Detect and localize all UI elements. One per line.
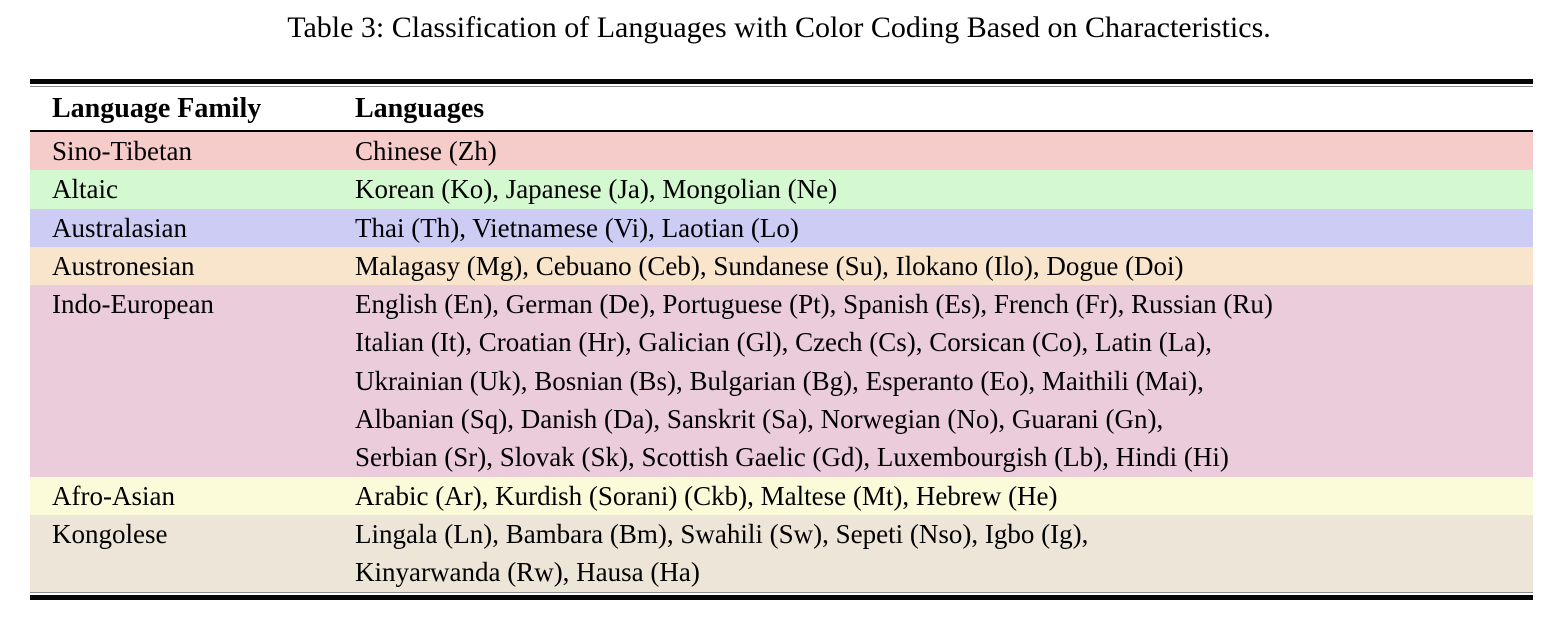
table-row: Sino-Tibetan Chinese (Zh) <box>30 132 1533 170</box>
language-family-cell: Afro-Asian <box>30 477 355 515</box>
languages-line: Kinyarwanda (Rw), Hausa (Ha) <box>355 553 1533 591</box>
languages-cell: Arabic (Ar), Kurdish (Sorani) (Ckb), Mal… <box>355 477 1533 515</box>
table-row: Afro-Asian Arabic (Ar), Kurdish (Sorani)… <box>30 477 1533 515</box>
table-row: Australasian Thai (Th), Vietnamese (Vi),… <box>30 209 1533 247</box>
table-row: Altaic Korean (Ko), Japanese (Ja), Mongo… <box>30 170 1533 208</box>
language-family-cell: Altaic <box>30 170 355 208</box>
language-family-cell: Kongolese <box>30 515 355 592</box>
header-language-family: Language Family <box>30 93 355 125</box>
language-family-cell: Indo-European <box>30 285 355 476</box>
table-row: Indo-European English (En), German (De),… <box>30 285 1533 476</box>
table-caption: Table 3: Classification of Languages wit… <box>0 8 1558 48</box>
table-row: Austronesian Malagasy (Mg), Cebuano (Ceb… <box>30 247 1533 285</box>
table-row: Kongolese Lingala (Ln), Bambara (Bm), Sw… <box>30 515 1533 592</box>
language-family-cell: Australasian <box>30 209 355 247</box>
language-classification-table: Language Family Languages Sino-Tibetan C… <box>30 79 1533 600</box>
languages-line: Korean (Ko), Japanese (Ja), Mongolian (N… <box>355 170 1533 208</box>
bottom-rule <box>30 592 1533 600</box>
bottom-rule-thick-line <box>30 595 1533 600</box>
languages-line: Lingala (Ln), Bambara (Bm), Swahili (Sw)… <box>355 515 1533 553</box>
languages-line: English (En), German (De), Portuguese (P… <box>355 285 1533 323</box>
languages-line: Albanian (Sq), Danish (Da), Sanskrit (Sa… <box>355 400 1533 438</box>
languages-line: Ukrainian (Uk), Bosnian (Bs), Bulgarian … <box>355 362 1533 400</box>
language-family-cell: Austronesian <box>30 247 355 285</box>
languages-cell: Thai (Th), Vietnamese (Vi), Laotian (Lo) <box>355 209 1533 247</box>
languages-line: Serbian (Sr), Slovak (Sk), Scottish Gael… <box>355 438 1533 476</box>
language-family-cell: Sino-Tibetan <box>30 132 355 170</box>
paper-page: Table 3: Classification of Languages wit… <box>0 0 1558 617</box>
languages-cell: Korean (Ko), Japanese (Ja), Mongolian (N… <box>355 170 1533 208</box>
header-languages: Languages <box>355 93 1533 125</box>
languages-cell: Malagasy (Mg), Cebuano (Ceb), Sundanese … <box>355 247 1533 285</box>
languages-line: Arabic (Ar), Kurdish (Sorani) (Ckb), Mal… <box>355 477 1533 515</box>
languages-cell: Chinese (Zh) <box>355 132 1533 170</box>
top-rule <box>30 79 1533 87</box>
table-body: Sino-Tibetan Chinese (Zh) Altaic Korean … <box>30 132 1533 592</box>
languages-line: Italian (It), Croatian (Hr), Galician (G… <box>355 323 1533 361</box>
languages-cell: Lingala (Ln), Bambara (Bm), Swahili (Sw)… <box>355 515 1533 592</box>
languages-cell: English (En), German (De), Portuguese (P… <box>355 285 1533 476</box>
languages-line: Thai (Th), Vietnamese (Vi), Laotian (Lo) <box>355 209 1533 247</box>
languages-line: Chinese (Zh) <box>355 132 1533 170</box>
table-header-row: Language Family Languages <box>30 87 1533 132</box>
languages-line: Malagasy (Mg), Cebuano (Ceb), Sundanese … <box>355 247 1533 285</box>
